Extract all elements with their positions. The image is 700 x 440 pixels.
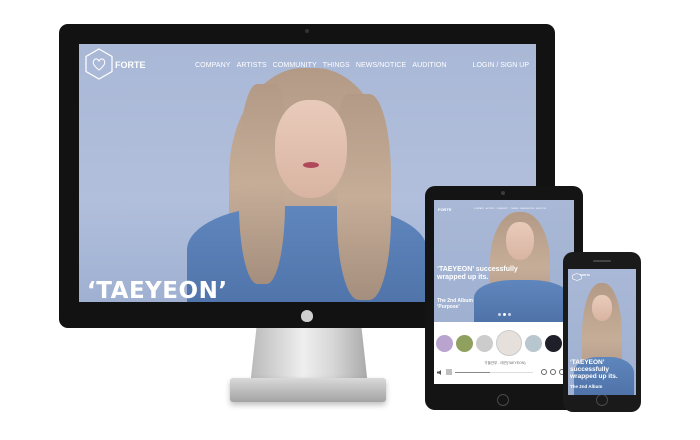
phone-photo-face — [592, 295, 612, 321]
tablet-header: FORTE COMPANY ARTISTS COMMUNITY THINGS N… — [438, 207, 570, 215]
hero-photo-face — [275, 100, 347, 198]
home-button — [497, 394, 509, 406]
album-thumb[interactable] — [436, 334, 453, 352]
album-thumb[interactable] — [525, 334, 542, 352]
nav-item-artists[interactable]: ARTISTS — [237, 62, 267, 69]
music-player — [437, 368, 571, 378]
tablet-nav-item[interactable]: ARTISTS — [486, 208, 494, 210]
nav-item-company[interactable]: COMPANY — [195, 62, 231, 69]
camera-icon — [305, 29, 309, 33]
forte-logo-icon[interactable] — [85, 48, 113, 80]
tablet-brand[interactable]: FORTE — [438, 207, 452, 212]
apple-logo-icon — [301, 310, 313, 322]
camera-icon — [501, 191, 505, 195]
hero-photo-hair-right — [337, 94, 391, 300]
prev-button[interactable] — [541, 369, 547, 375]
tablet-nav-item[interactable]: THINGS — [511, 208, 519, 210]
tablet-nav-item[interactable]: COMMUNITY — [496, 208, 508, 210]
tablet-subheadline: The 2nd Album ‘Purpose’ — [437, 298, 473, 310]
home-button — [596, 394, 608, 406]
phone-screen: FORTE ‘TAEYEON’ successfully wrapped up … — [568, 269, 636, 395]
phone-speaker — [593, 260, 611, 262]
album-thumb-active[interactable] — [496, 330, 522, 356]
login-signup-link[interactable]: LOGIN / SIGN UP — [473, 62, 529, 69]
tablet-photo-face — [506, 222, 534, 260]
progress-fill — [455, 372, 491, 373]
hero-title: ‘TAEYEON’ — [87, 278, 228, 302]
play-button[interactable] — [550, 369, 556, 375]
now-playing-title: 가을안부 - 태연(TAEYEON) — [484, 361, 526, 365]
nav-item-audition[interactable]: AUDITION — [412, 62, 446, 69]
progress-bar[interactable] — [455, 372, 533, 373]
album-thumb[interactable] — [545, 334, 562, 352]
tablet-nav: COMPANY ARTISTS COMMUNITY THINGS NEWS/NO… — [474, 208, 546, 210]
device-mockup: FORTE COMPANY ARTISTS COMMUNITY THINGS N… — [0, 0, 700, 440]
tablet-photo-shirt — [474, 280, 570, 322]
nav-item-things[interactable]: THINGS — [323, 62, 350, 69]
tablet-nav-item[interactable]: COMPANY — [474, 208, 484, 210]
tablet-sub-line2: ‘Purpose’ — [437, 304, 460, 310]
album-thumb[interactable] — [456, 334, 473, 352]
tablet-headline: ‘TAEYEON’ successfully wrapped up its. — [437, 266, 518, 281]
site-header: FORTE COMPANY ARTISTS COMMUNITY THINGS N… — [79, 44, 536, 88]
hero-photo-hair-front — [239, 84, 285, 284]
tablet-screen: FORTE COMPANY ARTISTS COMMUNITY THINGS N… — [434, 200, 574, 384]
monitor-base — [230, 378, 386, 402]
brand-name[interactable]: FORTE — [115, 60, 146, 70]
album-carousel — [436, 330, 574, 356]
tablet-nav-item[interactable]: NEWS/NOTICE — [520, 208, 534, 210]
main-nav: COMPANY ARTISTS COMMUNITY THINGS NEWS/NO… — [195, 62, 447, 69]
phone-subheadline: The 2nd Album — [570, 384, 603, 389]
phone-headline: ‘TAEYEON’ successfully wrapped up its. — [570, 359, 618, 380]
playlist-icon[interactable] — [446, 369, 452, 375]
volume-icon[interactable] — [437, 369, 444, 376]
nav-item-community[interactable]: COMMUNITY — [273, 62, 317, 69]
album-thumb[interactable] — [476, 334, 493, 352]
phone-brand[interactable]: FORTE — [580, 273, 590, 277]
nav-item-news-notice[interactable]: NEWS/NOTICE — [356, 62, 407, 69]
monitor-stand — [250, 322, 368, 386]
tablet-nav-item[interactable]: AUDITION — [536, 208, 546, 210]
carousel-dots[interactable] — [498, 313, 511, 316]
hero-photo-lips — [303, 162, 319, 168]
tablet-hero: FORTE COMPANY ARTISTS COMMUNITY THINGS N… — [434, 200, 574, 322]
